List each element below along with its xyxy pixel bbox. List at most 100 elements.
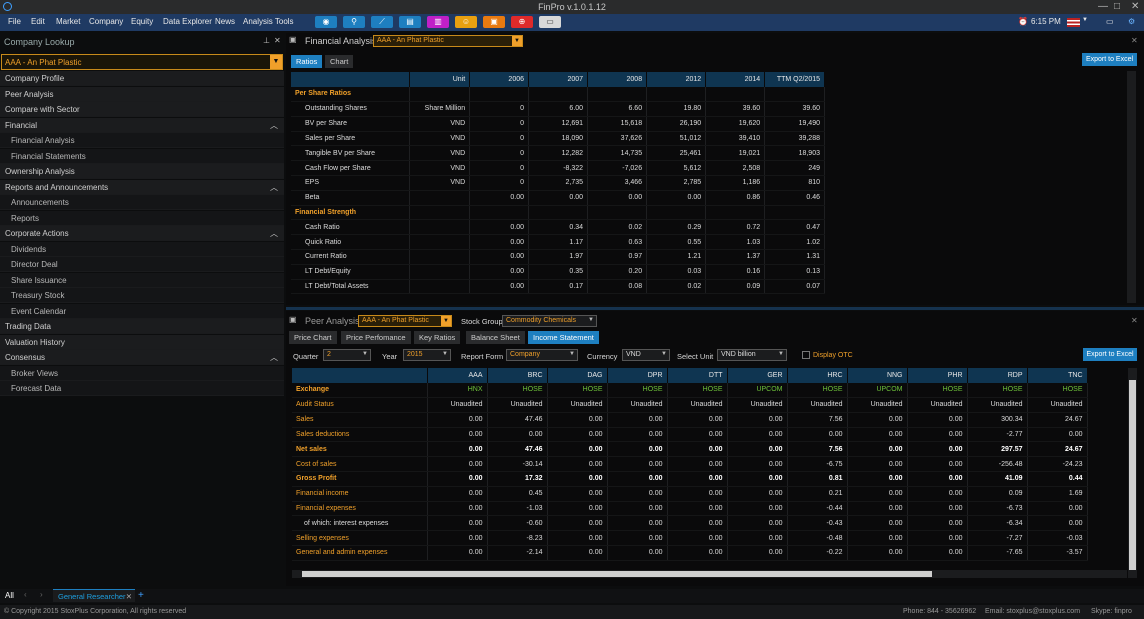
chevron-down-icon[interactable]: ▼ xyxy=(441,316,451,326)
sidebar-item[interactable]: Corporate Actions ︿ xyxy=(0,226,284,241)
sidebar-item[interactable]: Share Issuance xyxy=(0,272,284,288)
close-button[interactable]: ✕ xyxy=(1131,1,1139,12)
table-row[interactable]: Selling expenses 0.00 -8.23 0.00 0.00 0.00 0.0… xyxy=(292,530,1088,547)
collapse-chevron-icon[interactable]: ︿ xyxy=(270,352,278,363)
sidebar-item[interactable]: Event Calendar xyxy=(0,303,284,319)
table-row[interactable]: Per Share Ratios xyxy=(291,86,825,103)
settings-gear-icon[interactable]: ⚙ xyxy=(1128,17,1135,26)
table-row[interactable]: Financial income 0.00 0.45 0.00 0.00 0.00 0.00… xyxy=(292,486,1088,502)
collapse-chevron-icon[interactable]: ︿ xyxy=(270,182,278,193)
sidebar-item[interactable]: Dividends xyxy=(0,241,284,257)
table-row[interactable]: Cash Ratio 0.00 0.34 0.02 0.29 0.72 0.47 xyxy=(291,219,825,236)
sidebar-item[interactable]: Company Profile xyxy=(0,71,284,86)
tab-price-performance[interactable]: Price Perfomance xyxy=(341,331,411,344)
stock-group-select[interactable]: Commodity Chemicals ▼ xyxy=(502,315,597,327)
maximize-button[interactable]: □ xyxy=(1114,1,1120,12)
chevron-down-icon[interactable]: ▼ xyxy=(442,351,448,357)
currency-select[interactable]: VND ▼ xyxy=(622,349,670,361)
column-header[interactable]: BRC xyxy=(487,368,548,383)
menu-file[interactable]: File xyxy=(8,17,21,26)
pa-export-excel-button[interactable]: Export to Excel xyxy=(1083,348,1137,361)
pin-icon[interactable]: ⊥ xyxy=(263,36,270,45)
table-row[interactable]: Sales per Share VND 0 18,090 37,626 51,012 39,… xyxy=(291,131,825,147)
table-row[interactable]: Sales 0.00 47.46 0.00 0.00 0.00 0.00 7.56 0.00 0.… xyxy=(292,412,1088,428)
table-row[interactable]: of which: interest expenses 0.00 -0.60 0.00… xyxy=(292,515,1088,532)
column-header[interactable]: NNG xyxy=(847,368,908,383)
column-header[interactable]: TNC xyxy=(1027,368,1088,383)
tab-price-chart[interactable]: Price Chart xyxy=(289,331,337,344)
sidebar-item[interactable]: Reports xyxy=(0,210,284,226)
column-header[interactable]: DTT xyxy=(667,368,728,383)
menu-market[interactable]: Market xyxy=(56,17,80,26)
splitter[interactable] xyxy=(286,307,1144,310)
alarm-clock-icon[interactable]: ⏰ xyxy=(1018,17,1028,26)
menu-equity[interactable]: Equity xyxy=(131,17,153,26)
vertical-scrollbar[interactable] xyxy=(1127,71,1136,303)
table-row[interactable]: LT Debt/Equity 0.00 0.35 0.20 0.03 0.16 0.13 xyxy=(291,264,825,280)
toolbar-news-icon[interactable]: ▤ xyxy=(399,16,421,28)
chevron-down-icon[interactable]: ▼ xyxy=(778,351,784,357)
sidebar-item[interactable]: Ownership Analysis xyxy=(0,164,284,179)
column-header[interactable]: DAG xyxy=(547,368,608,383)
unit-select[interactable]: VND billion ▼ xyxy=(717,349,787,361)
table-row[interactable]: LT Debt/Total Assets 0.00 0.17 0.08 0.02 0.09… xyxy=(291,279,825,295)
column-header[interactable]: Unit xyxy=(409,72,471,87)
table-row[interactable]: Sales deductions 0.00 0.00 0.00 0.00 0.00 0.00… xyxy=(292,427,1088,443)
table-row[interactable]: EPS VND 0 2,735 3,466 2,785 1,186 810 xyxy=(291,175,825,191)
chevron-down-icon[interactable]: ▼ xyxy=(512,36,522,46)
table-row[interactable]: Current Ratio 0.00 1.97 0.97 1.21 1.37 1.31 xyxy=(291,249,825,265)
toolbar-market-icon[interactable]: ◉ xyxy=(315,16,337,28)
report-form-select[interactable]: Company ▼ xyxy=(506,349,578,361)
sidebar-item[interactable]: Trading Data xyxy=(0,319,284,334)
tab-balance-sheet[interactable]: Balance Sheet xyxy=(466,331,525,344)
minimize-button[interactable]: — xyxy=(1098,1,1108,12)
chevron-down-icon[interactable]: ▼ xyxy=(270,55,282,69)
column-header[interactable]: TTM Q2/2015 xyxy=(764,72,825,87)
pa-company-select[interactable]: AAA - An Phat Plastic ▼ xyxy=(358,315,452,327)
tab-income-statement[interactable]: Income Statement xyxy=(528,331,599,344)
message-icon[interactable]: ▭ xyxy=(1106,17,1114,26)
table-row[interactable]: Financial expenses 0.00 -1.03 0.00 0.00 0.00 0… xyxy=(292,501,1088,517)
sidebar-item[interactable]: Treasury Stock xyxy=(0,288,284,303)
column-header[interactable] xyxy=(292,368,428,383)
all-workspaces-tab[interactable]: All xyxy=(5,591,14,600)
table-row[interactable]: Cost of sales 0.00 -30.14 0.00 0.00 0.00 0.00-… xyxy=(292,456,1088,473)
export-excel-button[interactable]: Export to Excel xyxy=(1082,53,1137,66)
chevron-down-icon[interactable]: ▼ xyxy=(362,351,368,357)
toolbar-people-icon[interactable]: ☺ xyxy=(455,16,477,28)
tab-close-icon[interactable]: ✕ xyxy=(126,592,132,601)
table-row[interactable]: Beta 0.00 0.00 0.00 0.00 0.86 0.46 xyxy=(291,190,825,206)
column-header[interactable]: 2014 xyxy=(705,72,766,87)
menu-edit[interactable]: Edit xyxy=(31,17,45,26)
pa-vertical-scrollbar[interactable] xyxy=(1128,368,1137,578)
toolbar-presentation-icon[interactable]: ▣ xyxy=(483,16,505,28)
year-select[interactable]: 2015 ▼ xyxy=(403,349,451,361)
collapse-chevron-icon[interactable]: ︿ xyxy=(270,120,278,131)
menu-company[interactable]: Company xyxy=(89,17,123,26)
tab-ratios[interactable]: Ratios xyxy=(291,55,323,68)
sidebar-item[interactable]: Consensus ︿ xyxy=(0,350,284,365)
toolbar-analysis-icon[interactable]: ▥ xyxy=(427,16,449,28)
prev-icon[interactable]: ‹ xyxy=(24,590,27,599)
toolbar-technical-icon[interactable]: ⟋ xyxy=(371,16,393,28)
toolbar-screen-icon[interactable]: ▭ xyxy=(539,16,561,28)
table-row[interactable]: Financial Strength xyxy=(291,205,825,221)
sidebar-item[interactable]: Peer Analysis xyxy=(0,86,284,102)
sidebar-item[interactable]: Announcements xyxy=(0,195,284,210)
tab-key-ratios[interactable]: Key Ratios xyxy=(414,331,461,344)
column-header[interactable]: DPR xyxy=(607,368,668,383)
sidebar-item[interactable]: Valuation History xyxy=(0,334,284,350)
table-row[interactable]: Audit Status Unaudited Unaudited Unaudited U… xyxy=(292,397,1088,413)
table-row[interactable]: Quick Ratio 0.00 1.17 0.63 0.55 1.03 1.02 xyxy=(291,234,825,251)
column-header[interactable]: 2008 xyxy=(587,72,648,87)
column-header[interactable]: 2007 xyxy=(528,72,589,87)
panel-close-icon[interactable]: ✕ xyxy=(1131,316,1138,325)
column-header[interactable]: AAA xyxy=(427,368,488,383)
table-row[interactable]: Exchange HNX HOSE HOSE HOSE HOSE UPCOM HOSE UPCO… xyxy=(292,382,1088,399)
quarter-select[interactable]: 2 ▼ xyxy=(323,349,371,361)
horizontal-scrollbar[interactable] xyxy=(292,570,1127,578)
add-tab-icon[interactable]: + xyxy=(138,590,144,601)
panel-close-icon[interactable]: ✕ xyxy=(1131,36,1138,45)
chevron-down-icon[interactable]: ▼ xyxy=(588,317,594,323)
sidebar-item[interactable]: Director Deal xyxy=(0,257,284,272)
